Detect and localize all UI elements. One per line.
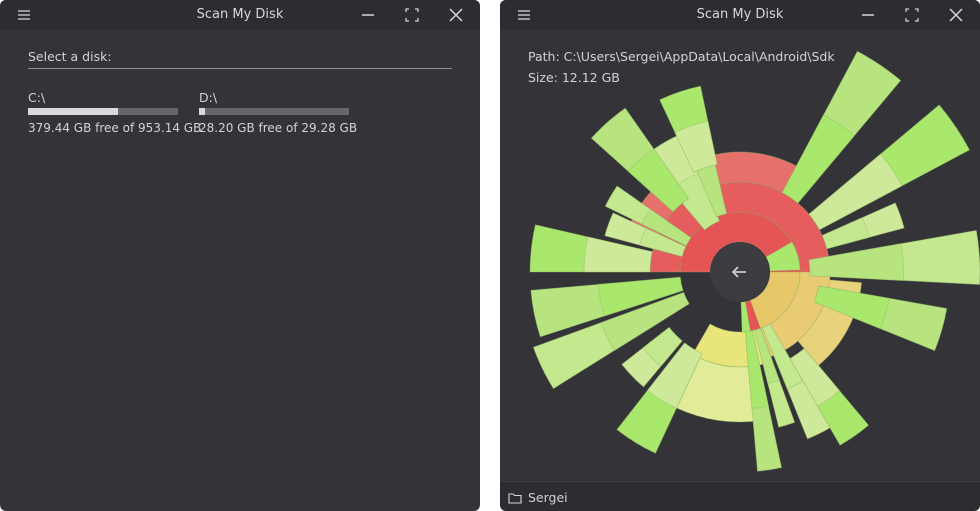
disk-usage-fill [199,108,205,115]
minimize-icon[interactable] [356,4,380,26]
maximize-icon[interactable] [900,4,924,26]
select-disk-label: Select a disk: [28,49,112,64]
title-bar: Scan My Disk [0,0,480,30]
disk-usage-bar [199,108,349,115]
disk-usage-fill [28,108,118,115]
sunburst-chart[interactable] [500,30,980,483]
disk-space-info: 28.20 GB free of 29.28 GB [199,121,358,135]
disk-item-c[interactable]: C:\ 379.44 GB free of 953.14 GB [28,90,201,135]
title-bar: Scan My Disk [500,0,980,30]
status-folder-label: Sergei [528,490,568,505]
folder-icon [508,490,522,509]
disk-select-window: Scan My Disk Select a disk: C:\ 379.44 G… [0,0,480,511]
disk-item-d[interactable]: D:\ 28.20 GB free of 29.28 GB [199,90,357,135]
status-bar: Sergei [500,483,980,511]
disk-usage-bar [28,108,178,115]
maximize-icon[interactable] [400,4,424,26]
close-icon[interactable] [944,4,968,26]
disk-usage-window: Scan My Disk Path: C:\Users\Sergei\AppDa… [500,0,980,511]
minimize-icon[interactable] [856,4,880,26]
close-icon[interactable] [444,4,468,26]
select-divider [28,68,452,69]
disk-name: C:\ [28,90,46,105]
disk-name: D:\ [199,90,218,105]
disk-space-info: 379.44 GB free of 953.14 GB [28,121,202,135]
